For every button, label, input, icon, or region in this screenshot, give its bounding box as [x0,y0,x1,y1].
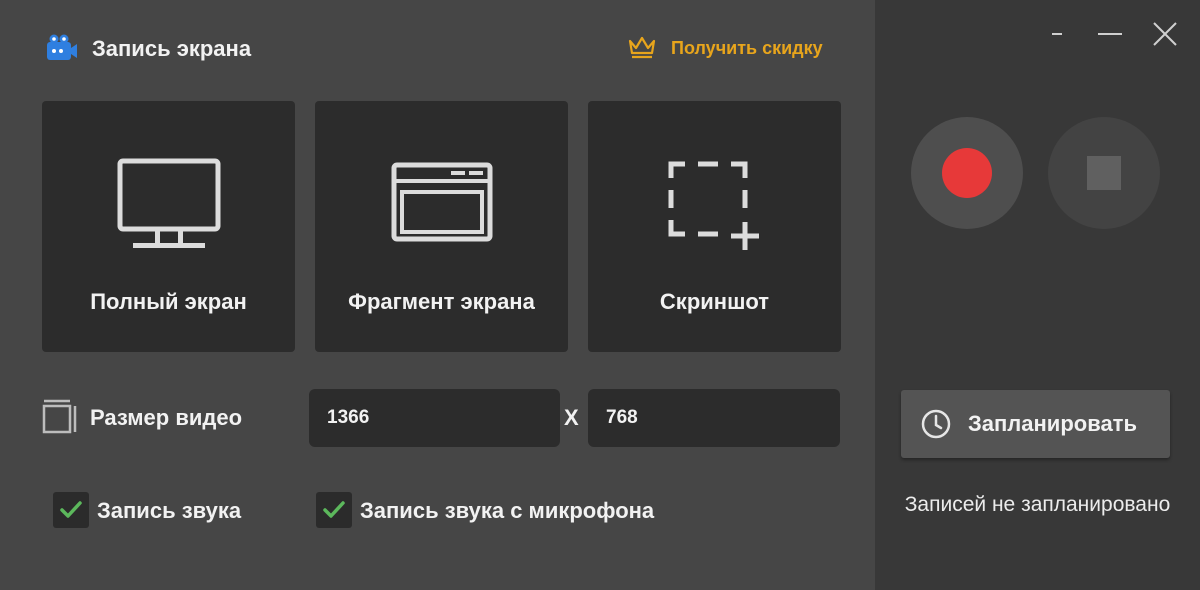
window-icon [391,162,492,242]
video-height-input[interactable] [588,389,840,447]
record-sound-checkbox[interactable] [53,492,89,528]
clock-icon [921,409,951,439]
dimension-separator: X [564,405,579,430]
checkmark-icon [323,501,345,518]
record-microphone-checkbox[interactable] [316,492,352,528]
stop-button[interactable] [1048,117,1160,229]
schedule-button-label: Запланировать [968,411,1137,436]
mode-screenshot-button[interactable]: Скриншот [588,101,841,352]
crown-icon[interactable] [627,35,657,59]
mode-label: Фрагмент экрана [348,289,535,314]
resize-icon [42,399,77,434]
record-microphone-label[interactable]: Запись звука с микрофона [360,498,654,524]
app-title: Запись экрана [92,36,252,61]
mode-fragment-button[interactable]: Фрагмент экрана [315,101,568,352]
stop-icon [1087,156,1121,190]
selection-plus-icon [668,161,759,250]
video-width-input[interactable] [309,389,560,447]
mode-label: Полный экран [90,289,247,314]
schedule-status-text: Записей не запланировано [904,493,1171,516]
record-button[interactable] [911,117,1023,229]
camera-icon [47,34,77,60]
get-discount-link[interactable]: Получить скидку [671,38,823,59]
record-icon [942,148,992,198]
minimize-icon[interactable] [1044,20,1074,48]
mode-label: Скриншот [659,289,770,314]
video-size-label: Размер видео [90,405,243,430]
mode-full-screen-button[interactable]: Полный экран [42,101,295,352]
monitor-icon [117,158,220,248]
record-sound-label[interactable]: Запись звука [97,498,241,524]
checkmark-icon [60,501,82,518]
close-icon[interactable] [1150,20,1180,48]
schedule-button[interactable]: Запланировать [901,390,1170,458]
maximize-icon[interactable] [1095,20,1125,48]
